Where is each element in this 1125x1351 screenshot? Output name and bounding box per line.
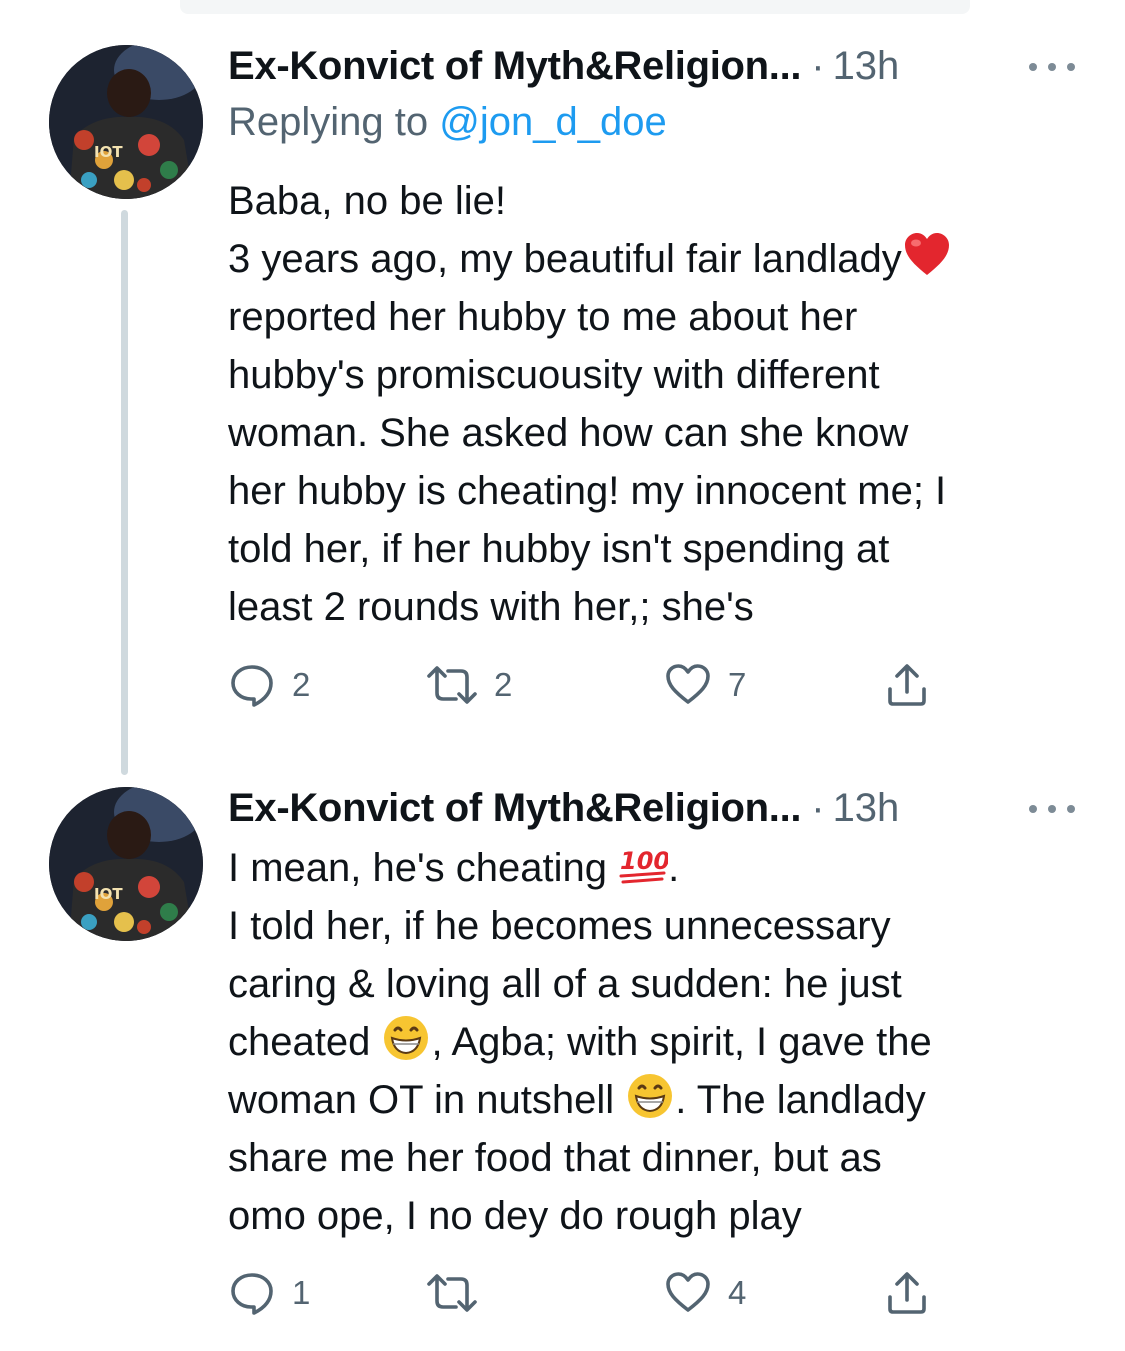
- tweet-text-line: least 2 rounds with her,; she's: [228, 585, 754, 629]
- reply-count: 1: [292, 1274, 311, 1311]
- share-button[interactable]: [883, 1268, 931, 1318]
- reply-icon: [231, 1273, 273, 1315]
- display-name[interactable]: Ex-Konvict of Myth&Religion...: [228, 44, 802, 89]
- tweet-text-line: told her, if her hubby isn't spending at: [228, 527, 890, 571]
- tweet-text-line: omo ope, I no dey do rough play: [228, 1194, 802, 1238]
- more-options-icon[interactable]: [1029, 794, 1075, 824]
- tweet-text-line: I mean, he's cheating 100.: [228, 839, 1088, 897]
- more-options-icon[interactable]: [1029, 52, 1075, 82]
- like-count: 4: [728, 1274, 747, 1311]
- tweet-header: Ex-Konvict of Myth&Religion... · 13h: [228, 40, 1085, 92]
- like-button[interactable]: 4: [664, 1268, 746, 1318]
- retweet-button[interactable]: 2: [426, 660, 512, 710]
- hundred-points-emoji: 100: [618, 839, 668, 889]
- timestamp[interactable]: 13h: [833, 44, 900, 89]
- retweet-icon: [427, 666, 477, 704]
- separator-dot: ·: [811, 785, 825, 830]
- previous-tweet-edge: [180, 0, 970, 14]
- tweet-actions: 1 4: [228, 1268, 948, 1318]
- svg-text:IOT: IOT: [94, 143, 123, 161]
- reply-button[interactable]: 2: [228, 660, 310, 710]
- heart-icon: [666, 664, 710, 704]
- tweet-text-line: Baba, no be lie!: [228, 179, 506, 223]
- tweet-text-line: share me her food that dinner, but as: [228, 1136, 882, 1180]
- replying-to-label: Replying to: [228, 100, 440, 144]
- grinning-face-emoji: [381, 1013, 431, 1063]
- avatar[interactable]: IOT: [49, 787, 203, 941]
- share-icon: [888, 1272, 926, 1314]
- tweet-text-line: cheated , Agba; with spirit, I gave the: [228, 1013, 1088, 1071]
- timestamp[interactable]: 13h: [833, 786, 900, 831]
- thread-connector-line: [121, 210, 128, 775]
- reply-icon: [231, 665, 273, 707]
- retweet-button[interactable]: [426, 1268, 494, 1318]
- reply-handle-link[interactable]: @jon_d_doe: [439, 100, 666, 144]
- avatar[interactable]: IOT: [49, 45, 203, 199]
- replying-to: Replying to @jon_d_doe: [228, 100, 667, 145]
- display-name[interactable]: Ex-Konvict of Myth&Religion...: [228, 786, 802, 831]
- tweet-text-line: caring & loving all of a sudden: he just: [228, 962, 902, 1006]
- share-icon: [888, 664, 926, 706]
- svg-text:IOT: IOT: [94, 885, 123, 903]
- tweet-text-line: woman OT in nutshell . The landlady: [228, 1071, 1088, 1129]
- separator-dot: ·: [811, 43, 825, 88]
- tweet-text: I mean, he's cheating 100. I told her, i…: [228, 839, 1088, 1245]
- reply-button[interactable]: 1: [228, 1268, 310, 1318]
- reply-count: 2: [292, 666, 311, 703]
- tweet-text-line: her hubby is cheating! my innocent me; I: [228, 469, 947, 513]
- tweet-actions: 2 2 7: [228, 660, 948, 710]
- like-button[interactable]: 7: [664, 660, 746, 710]
- heart-icon: [666, 1272, 710, 1312]
- tweet-text-line: 3 years ago, my beautiful fair landlady: [228, 230, 1088, 288]
- retweet-icon: [427, 1274, 477, 1312]
- like-count: 7: [728, 666, 747, 703]
- tweet-text-line: woman. She asked how can she know: [228, 411, 909, 455]
- tweet-header: Ex-Konvict of Myth&Religion... · 13h: [228, 782, 1085, 834]
- grinning-face-emoji: [625, 1071, 675, 1121]
- svg-text:100: 100: [620, 847, 668, 875]
- tweet-text-line: hubby's promiscuousity with different: [228, 353, 880, 397]
- share-button[interactable]: [883, 660, 931, 710]
- red-heart-emoji: [902, 230, 952, 280]
- tweet-text-line: I told her, if he becomes unnecessary: [228, 904, 891, 948]
- retweet-count: 2: [494, 666, 513, 703]
- tweet-text: Baba, no be lie! 3 years ago, my beautif…: [228, 172, 1088, 636]
- tweet-text-line: reported her hubby to me about her: [228, 295, 858, 339]
